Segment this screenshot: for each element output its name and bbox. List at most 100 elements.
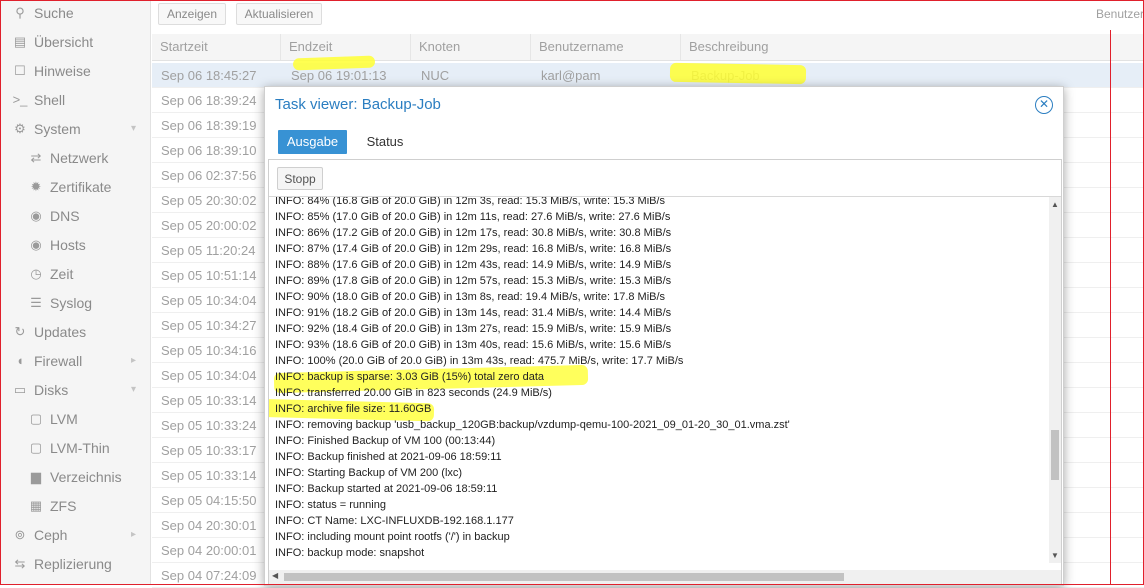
sidebar-item-dns[interactable]: ◉ DNS bbox=[0, 203, 150, 228]
square-icon: ▢ bbox=[29, 439, 43, 455]
globe-icon: ◉ bbox=[30, 207, 42, 223]
sidebar-item-updates[interactable]: ↻ Updates bbox=[0, 319, 150, 344]
close-icon[interactable]: ✕ bbox=[1035, 96, 1053, 114]
globe-icon: ◉ bbox=[30, 236, 42, 252]
sidebar-item-netzwerk[interactable]: ⇄ Netzwerk bbox=[0, 145, 150, 170]
log-line: INFO: archive file size: 11.60GB bbox=[275, 403, 432, 415]
scroll-up-icon[interactable]: ▲ bbox=[1051, 200, 1059, 209]
note-icon: ☐ bbox=[14, 62, 26, 78]
sidebar-item-label: Ceph bbox=[34, 526, 68, 543]
sidebar-item-label: LVM bbox=[50, 410, 78, 427]
sidebar-item-zeit[interactable]: ◷ Zeit bbox=[0, 261, 150, 286]
log-line: INFO: CT Name: LXC-INFLUXDB-192.168.1.17… bbox=[275, 515, 514, 527]
chevron-down-icon[interactable]: ▾ bbox=[131, 384, 136, 395]
sidebar-item-shell[interactable]: >_ Shell bbox=[0, 87, 150, 112]
search-icon: ⚲ bbox=[15, 4, 25, 20]
tab-output[interactable]: Ausgabe bbox=[278, 130, 347, 154]
sidebar-item-label: Zertifikate bbox=[50, 178, 112, 195]
sidebar-item-zfs[interactable]: ▦ ZFS bbox=[0, 493, 150, 518]
sidebar-item-verzeichnis[interactable]: ▆ Verzeichnis bbox=[0, 464, 150, 489]
sidebar-item-label: Netzwerk bbox=[50, 149, 109, 166]
sidebar-item-hosts[interactable]: ◉ Hosts bbox=[0, 232, 150, 257]
cell-start-time: Sep 06 18:39:10 bbox=[161, 143, 257, 158]
log-line: INFO: 91% (18.2 GiB of 20.0 GiB) in 13m … bbox=[275, 307, 672, 319]
sidebar-item-suche[interactable]: ⚲ Suche bbox=[0, 0, 150, 25]
log-line: INFO: 89% (17.8 GiB of 20.0 GiB) in 12m … bbox=[275, 275, 672, 287]
folder-icon: ▆ bbox=[31, 468, 41, 484]
sidebar-item-replizierung[interactable]: ⇆ Replizierung bbox=[0, 551, 150, 576]
horizontal-scrollbar[interactable]: ◀ bbox=[269, 570, 1061, 584]
sidebar-item-label: Übersicht bbox=[34, 33, 94, 50]
cell-start-time: Sep 05 10:33:14 bbox=[161, 468, 257, 483]
cell-start-time: Sep 05 20:00:02 bbox=[161, 218, 257, 233]
task-grid-header: Startzeit Endzeit Knoten Benutzername Be… bbox=[152, 34, 1144, 61]
task-viewer-window: Task viewer: Backup-Job ✕ Ausgabe Status… bbox=[264, 86, 1064, 586]
cell-start-time: Sep 05 11:20:24 bbox=[161, 243, 256, 258]
vertical-scrollbar[interactable]: ▲ ▼ bbox=[1049, 197, 1061, 563]
log-line: INFO: 87% (17.4 GiB of 20.0 GiB) in 12m … bbox=[275, 243, 672, 255]
scrollbar-thumb[interactable] bbox=[284, 573, 844, 581]
cell-start-time: Sep 06 18:39:19 bbox=[161, 118, 257, 133]
refresh-button[interactable]: Aktualisieren bbox=[236, 3, 322, 25]
cell-start-time: Sep 05 04:15:50 bbox=[161, 493, 257, 508]
chevron-right-icon[interactable]: ▸ bbox=[131, 529, 136, 540]
sidebar-item-ceph[interactable]: ⊚ Ceph ▸ bbox=[0, 522, 150, 547]
exchange-icon: ⇄ bbox=[30, 149, 42, 165]
log-line: INFO: ionice priority: 7 bbox=[275, 561, 384, 563]
cell-start-time: Sep 06 18:45:27 bbox=[161, 68, 257, 83]
log-line: INFO: 88% (17.6 GiB of 20.0 GiB) in 12m … bbox=[275, 259, 672, 271]
chevron-down-icon[interactable]: ▾ bbox=[131, 123, 136, 134]
stop-button[interactable]: Stopp bbox=[277, 167, 323, 190]
shield-icon: ◖ bbox=[16, 353, 24, 368]
output-panel: Stopp INFO: 84% (16.8 GiB of 20.0 GiB) i… bbox=[268, 159, 1062, 585]
log-line: INFO: transferred 20.00 GiB in 823 secon… bbox=[275, 387, 552, 399]
tab-status[interactable]: Status bbox=[355, 130, 415, 154]
sidebar-item-disks[interactable]: ▭ Disks ▾ bbox=[0, 377, 150, 402]
ceph-icon: ⊚ bbox=[14, 526, 26, 542]
retweet-icon: ⇆ bbox=[14, 555, 26, 571]
refresh-icon: ↻ bbox=[14, 323, 26, 339]
sidebar-item-label: Updates bbox=[34, 323, 87, 340]
column-username[interactable]: Benutzername bbox=[531, 34, 681, 60]
sidebar-item-hinweise[interactable]: ☐ Hinweise bbox=[0, 58, 150, 83]
book-icon: ▤ bbox=[13, 33, 27, 49]
sidebar-item-lvm[interactable]: ▢ LVM bbox=[0, 406, 150, 431]
task-viewer-header: Task viewer: Backup-Job ✕ bbox=[265, 87, 1063, 123]
log-output: INFO: 84% (16.8 GiB of 20.0 GiB) in 12m … bbox=[269, 197, 1049, 563]
sidebar-item-label: Firewall bbox=[34, 352, 83, 369]
sidebar-item-label: DNS bbox=[50, 207, 80, 224]
log-line: INFO: Finished Backup of VM 100 (00:13:4… bbox=[275, 435, 496, 447]
sidebar-item-zertifikate[interactable]: ✹ Zertifikate bbox=[0, 174, 150, 199]
sidebar-item-label: System bbox=[34, 120, 81, 137]
sidebar-item-system[interactable]: ⚙ System ▾ bbox=[0, 116, 150, 141]
cell-start-time: Sep 05 10:51:14 bbox=[161, 268, 257, 283]
scrollbar-thumb[interactable] bbox=[1051, 430, 1059, 480]
column-description[interactable]: Beschreibung bbox=[681, 34, 1144, 60]
cell-username: karl@pam bbox=[541, 68, 601, 83]
output-toolbar: Stopp bbox=[269, 160, 1061, 197]
chevron-right-icon[interactable]: ▸ bbox=[131, 355, 136, 366]
sidebar-item-firewall[interactable]: ◖ Firewall ▸ bbox=[0, 348, 150, 373]
sidebar: ⚲ Suche ▤ Übersicht ☐ Hinweise >_ Shell ⚙ System ▾… bbox=[0, 0, 151, 585]
gears-icon: ⚙ bbox=[14, 120, 26, 136]
sidebar-item-label: ZFS bbox=[50, 497, 77, 514]
cell-start-time: Sep 05 10:34:27 bbox=[161, 318, 257, 333]
cell-start-time: Sep 05 10:34:04 bbox=[161, 368, 257, 383]
view-button[interactable]: Anzeigen bbox=[158, 3, 226, 25]
log-line: INFO: Starting Backup of VM 200 (lxc) bbox=[275, 467, 463, 479]
clock-icon: ◷ bbox=[30, 265, 42, 281]
scroll-left-icon[interactable]: ◀ bbox=[272, 571, 278, 580]
cell-start-time: Sep 05 20:30:02 bbox=[161, 193, 257, 208]
sidebar-item-übersicht[interactable]: ▤ Übersicht bbox=[0, 29, 150, 54]
column-start-time[interactable]: Startzeit bbox=[152, 34, 281, 60]
scroll-down-icon[interactable]: ▼ bbox=[1051, 551, 1059, 560]
th-icon: ▦ bbox=[29, 497, 43, 513]
column-node[interactable]: Knoten bbox=[411, 34, 531, 60]
sidebar-item-lvm-thin[interactable]: ▢ LVM-Thin bbox=[0, 435, 150, 460]
log-line: INFO: 92% (18.4 GiB of 20.0 GiB) in 13m … bbox=[275, 323, 672, 335]
cell-start-time: Sep 04 07:24:09 bbox=[161, 568, 257, 583]
cell-start-time: Sep 05 10:34:16 bbox=[161, 343, 257, 358]
sidebar-item-label: Replizierung bbox=[34, 555, 112, 572]
user-filter-label[interactable]: Benutzer bbox=[1096, 7, 1144, 21]
sidebar-item-syslog[interactable]: ☰ Syslog bbox=[0, 290, 150, 315]
